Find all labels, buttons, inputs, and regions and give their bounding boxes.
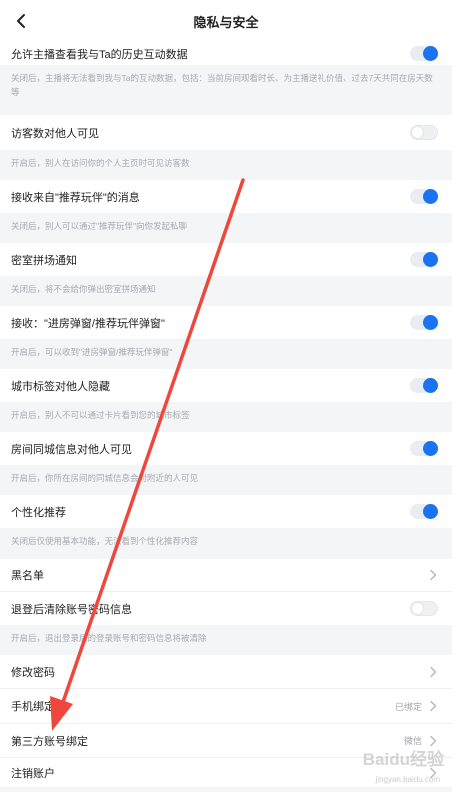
setting-label: 接收："进房弹窗/推荐玩伴弹窗" [11,317,165,330]
link-label: 修改密码 [11,666,55,679]
setting-label: 城市标签对他人隐藏 [11,380,110,393]
setting-row-recommend-messages: 接收来自"推荐玩伴"的消息 [0,180,452,213]
city-tag-toggle[interactable] [410,378,438,393]
setting-desc: 关闭后，别人可以通过"推荐玩伴"向你发起私聊 [0,213,452,243]
escape-room-toggle[interactable] [410,252,438,267]
toggle-knob [411,602,424,615]
setting-label: 黑名单 [11,570,44,582]
chevron-left-icon [17,14,25,28]
setting-desc: 关闭后，主播将无法看到我与Ta的互动数据，包括：当前房间观看时长、为主播送礼价值… [0,65,452,115]
nav-header: 隐私与安全 [0,0,452,42]
toggle-knob [423,189,438,204]
setting-row-clear-password: 退登后清除账号密码信息 [0,591,452,625]
history-data-toggle[interactable] [410,46,438,61]
settings-list: 允许主播查看我与Ta的历史互动数据 关闭后，主播将无法看到我与Ta的互动数据，包… [0,42,452,787]
setting-label: 退登后清除账号密码信息 [11,603,132,616]
setting-label: 密室拼场通知 [11,254,77,267]
popup-toggle[interactable] [410,315,438,330]
watermark-url: jingyan.baidu.com [375,775,440,784]
setting-row-blacklist[interactable]: 黑名单 [0,559,452,591]
watermark-logo: Baidu经验 [362,750,444,769]
setting-desc: 开启后，可以收到"进房弹窗/推荐玩伴弹窗" [0,339,452,369]
setting-label: 个性化推荐 [11,506,66,519]
back-button[interactable] [8,8,34,34]
setting-label: 接收来自"推荐玩伴"的消息 [11,191,140,204]
clear-password-toggle[interactable] [410,601,438,616]
phone-binding-status: 已绑定 [394,701,422,712]
setting-label: 访客数对他人可见 [11,127,99,140]
setting-desc: 开启后，别人不可以通过卡片看到您的城市标签 [0,402,452,432]
toggle-knob [423,504,438,519]
link-label: 第三方账号绑定 [11,735,88,748]
link-label: 手机绑定 [11,701,55,713]
link-row-change-password[interactable]: 修改密码 [0,655,452,688]
chevron-right-icon [430,569,437,581]
same-city-toggle[interactable] [410,441,438,456]
setting-row-popup: 接收："进房弹窗/推荐玩伴弹窗" [0,306,452,339]
personalized-toggle[interactable] [410,504,438,519]
toggle-knob [411,126,424,139]
recommend-messages-toggle[interactable] [410,189,438,204]
setting-label: 房间同城信息对他人可见 [11,443,132,456]
toggle-knob [423,441,438,456]
chevron-right-icon [430,666,437,677]
chevron-right-icon [430,700,437,712]
toggle-knob [423,46,438,61]
setting-desc: 开启后，别人在访问你的个人主页时可见访客数 [0,150,452,180]
toggle-knob [423,315,438,330]
toggle-knob [423,378,438,393]
setting-row-visitor-count: 访客数对他人可见 [0,115,452,150]
setting-desc: 开启后，你所在房间的同城信息会对附近的人可见 [0,465,452,495]
page-title: 隐私与安全 [193,14,259,30]
setting-desc: 开启后，退出登录后的登录账号和密码信息将被清除 [0,625,452,655]
setting-desc: 关闭后仅使用基本功能，无法看到个性化推荐内容 [0,528,452,559]
visitor-count-toggle[interactable] [410,125,438,140]
setting-row-history-data: 允许主播查看我与Ta的历史互动数据 [0,42,452,65]
setting-label: 允许主播查看我与Ta的历史互动数据 [11,48,188,61]
setting-row-same-city: 房间同城信息对他人可见 [0,432,452,465]
link-row-phone-binding[interactable]: 手机绑定 已绑定 [0,688,452,723]
setting-desc: 关闭后，将不会给你弹出密室拼场通知 [0,276,452,306]
setting-row-city-tag: 城市标签对他人隐藏 [0,369,452,402]
link-label: 注销账户 [11,767,55,780]
setting-row-escape-room: 密室拼场通知 [0,243,452,276]
toggle-knob [423,252,438,267]
setting-row-personalized: 个性化推荐 [0,495,452,528]
